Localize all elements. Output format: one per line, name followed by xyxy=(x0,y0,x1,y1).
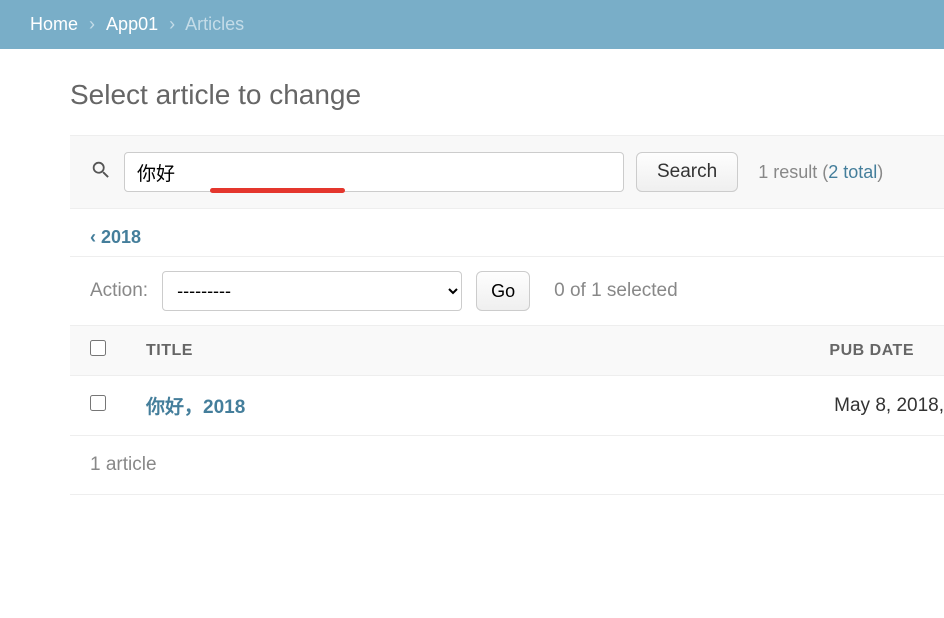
breadcrumb-app[interactable]: App01 xyxy=(106,14,158,34)
action-label: Action: xyxy=(90,280,148,302)
selection-count: 0 of 1 selected xyxy=(554,280,678,302)
row-checkbox[interactable] xyxy=(90,395,106,411)
row-date-cell: May 8, 2018, xyxy=(542,376,944,436)
title-header[interactable]: TITLE xyxy=(126,326,542,376)
pubdate-header[interactable]: PUB DATE xyxy=(542,326,944,376)
breadcrumb: Home › App01 › Articles xyxy=(0,0,944,49)
table-row: 你好，2018 May 8, 2018, xyxy=(70,376,944,436)
action-select[interactable]: --------- xyxy=(162,271,462,311)
search-result-count: 1 result (2 total) xyxy=(758,162,883,183)
row-title-cell: 你好，2018 xyxy=(126,376,542,436)
select-all-checkbox[interactable] xyxy=(90,340,106,356)
row-check-cell xyxy=(70,376,126,436)
action-row: Action: --------- Go 0 of 1 selected xyxy=(70,257,944,326)
search-bar: Search 1 result (2 total) xyxy=(70,135,944,209)
search-input[interactable] xyxy=(124,152,624,192)
select-all-header xyxy=(70,326,126,376)
search-icon xyxy=(90,159,112,186)
result-footer: 1 article xyxy=(70,436,944,495)
search-button[interactable]: Search xyxy=(636,152,738,192)
breadcrumb-sep: › xyxy=(89,14,95,34)
year-filter-link[interactable]: ‹ 2018 xyxy=(90,227,141,247)
date-filter-row: ‹ 2018 xyxy=(70,209,944,257)
result-suffix: ) xyxy=(877,162,883,182)
page-title: Select article to change xyxy=(70,79,944,111)
breadcrumb-sep: › xyxy=(169,14,175,34)
article-link[interactable]: 你好，2018 xyxy=(146,397,245,418)
total-link[interactable]: 2 total xyxy=(828,162,877,182)
breadcrumb-current: Articles xyxy=(185,14,244,34)
breadcrumb-home[interactable]: Home xyxy=(30,14,78,34)
annotation-underline xyxy=(210,188,345,193)
results-table: TITLE PUB DATE 你好，2018 May 8, 2018, xyxy=(70,326,944,436)
result-prefix: 1 result ( xyxy=(758,162,828,182)
go-button[interactable]: Go xyxy=(476,271,530,311)
